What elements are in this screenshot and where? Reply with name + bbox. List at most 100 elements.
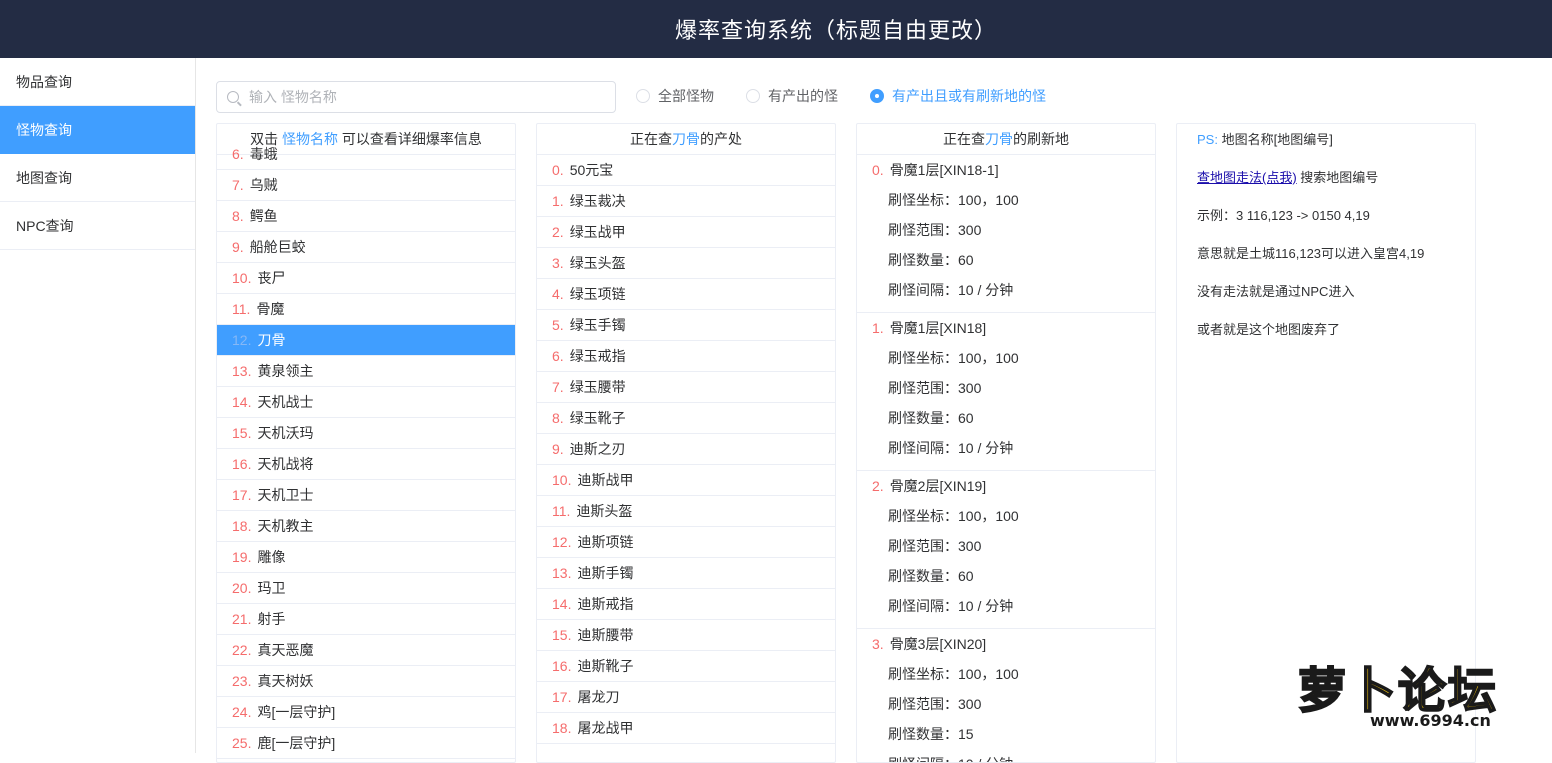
- no-route-text: 没有走法就是通过NPC进入: [1197, 284, 1355, 299]
- list-item[interactable]: 17. 天机卫士: [217, 480, 515, 511]
- list-item[interactable]: 25. 鹿[一层守护]: [217, 728, 515, 759]
- drops-panel-header: 正在查刀骨的产处: [537, 124, 835, 155]
- item-name: 真天树妖: [257, 673, 314, 689]
- list-item[interactable]: 12. 迪斯项链: [537, 527, 835, 558]
- sidebar-item-map-query[interactable]: 地图查询: [0, 154, 195, 202]
- list-item[interactable]: 16. 迪斯靴子: [537, 651, 835, 682]
- spawn-entry: 1. 骨魔1层[XIN18] 刷怪坐标：100，100 刷怪范围：300 刷怪数量：60…: [857, 313, 1155, 471]
- list-item[interactable]: 8. 鳄鱼: [217, 201, 515, 232]
- radio-circle-icon[interactable]: [636, 89, 650, 103]
- list-item[interactable]: 7. 乌贼: [217, 170, 515, 201]
- item-name: 乌贼: [249, 177, 278, 193]
- sidebar-item-monster-query[interactable]: 怪物查询: [0, 106, 195, 154]
- list-item[interactable]: 1. 绿玉裁决: [537, 186, 835, 217]
- list-item[interactable]: 16. 天机战将: [217, 449, 515, 480]
- map-route-line: 查地图走法(点我) 搜索地图编号: [1197, 168, 1475, 188]
- spawn-index: 1.: [872, 320, 884, 336]
- sidebar-item-item-query[interactable]: 物品查询: [0, 58, 195, 106]
- list-item[interactable]: 22. 真天恶魔: [217, 635, 515, 666]
- list-item[interactable]: 8. 绿玉靴子: [537, 403, 835, 434]
- header-highlight: 怪物名称: [282, 131, 338, 147]
- list-item[interactable]: 10. 丧尸: [217, 263, 515, 294]
- spawn-entry: 3. 骨魔3层[XIN20] 刷怪坐标：100，100 刷怪范围：300 刷怪数量：15…: [857, 629, 1155, 762]
- radio-label: 有产出的怪: [768, 88, 838, 104]
- list-item[interactable]: 21. 射手: [217, 604, 515, 635]
- item-index: 1.: [552, 193, 564, 209]
- monster-list[interactable]: 6. 毒蛾 7. 乌贼 8. 鳄鱼 9. 船舱巨蛟 10. 丧尸 11. 骨魔 12. 刀骨 13. 黄泉领主…: [217, 139, 515, 759]
- list-item[interactable]: 11. 迪斯头盔: [537, 496, 835, 527]
- item-index: 14.: [232, 394, 252, 410]
- list-item[interactable]: 3. 绿玉头盔: [537, 248, 835, 279]
- list-item[interactable]: 10. 迪斯战甲: [537, 465, 835, 496]
- item-index: 0.: [552, 162, 564, 178]
- item-index: 6.: [552, 348, 564, 364]
- item-name: 毒蛾: [249, 146, 278, 162]
- list-item[interactable]: 17. 屠龙刀: [537, 682, 835, 713]
- sidebar-item-npc-query[interactable]: NPC查询: [0, 202, 195, 250]
- list-item[interactable]: 0. 50元宝: [537, 155, 835, 186]
- header-text: 的刷新地: [1013, 131, 1069, 147]
- item-index: 10.: [232, 270, 252, 286]
- drops-list[interactable]: 0. 50元宝 1. 绿玉裁决 2. 绿玉战甲 3. 绿玉头盔 4. 绿玉项链 5. 绿玉手镯 6. 绿玉…: [537, 155, 835, 744]
- sidebar: 物品查询 怪物查询 地图查询 NPC查询: [0, 58, 196, 753]
- header-text: 的产处: [700, 131, 742, 147]
- list-item[interactable]: 23. 真天树妖: [217, 666, 515, 697]
- list-item[interactable]: 18. 天机教主: [217, 511, 515, 542]
- list-item[interactable]: 15. 迪斯腰带: [537, 620, 835, 651]
- item-name: 迪斯靴子: [577, 658, 634, 674]
- list-item[interactable]: 14. 天机战士: [217, 387, 515, 418]
- spawn-detail: 刷怪间隔：10 / 分钟: [888, 440, 1014, 456]
- spawn-detail: 刷怪间隔：10 / 分钟: [872, 754, 1155, 762]
- list-item[interactable]: 13. 黄泉领主: [217, 356, 515, 387]
- spawn-detail: 刷怪数量：15: [888, 726, 974, 742]
- list-item[interactable]: 7. 绿玉腰带: [537, 372, 835, 403]
- spawn-detail: 刷怪间隔：10 / 分钟: [888, 598, 1014, 614]
- monster-list-panel: 双击 怪物名称 可以查看详细爆率信息 6. 毒蛾 7. 乌贼 8. 鳄鱼 9. 船舱巨蛟 10.…: [216, 123, 516, 763]
- list-item[interactable]: 11. 骨魔: [217, 294, 515, 325]
- radio-with-drops-or-spawns[interactable]: 有产出且或有刷新地的怪: [870, 86, 1046, 106]
- radio-label: 全部怪物: [658, 88, 714, 104]
- search-input[interactable]: [249, 89, 589, 105]
- spawn-detail: 刷怪数量：60: [888, 410, 974, 426]
- list-item[interactable]: 9. 迪斯之刃: [537, 434, 835, 465]
- radio-with-drops[interactable]: 有产出的怪: [746, 86, 838, 106]
- radio-circle-icon[interactable]: [746, 89, 760, 103]
- item-name: 鳄鱼: [249, 208, 278, 224]
- spawn-index: 0.: [872, 162, 884, 178]
- drops-panel: 正在查刀骨的产处 0. 50元宝 1. 绿玉裁决 2. 绿玉战甲 3. 绿玉头盔 4. 绿玉项链 5…: [536, 123, 836, 763]
- item-index: 17.: [232, 487, 252, 503]
- abandoned-text: 或者就是这个地图废弃了: [1197, 322, 1341, 337]
- spawn-detail: 刷怪范围：300: [888, 380, 982, 396]
- item-index: 13.: [552, 565, 572, 581]
- radio-all-monsters[interactable]: 全部怪物: [636, 86, 714, 106]
- list-item[interactable]: 5. 绿玉手镯: [537, 310, 835, 341]
- list-item[interactable]: 6. 绿玉戒指: [537, 341, 835, 372]
- search-field[interactable]: [216, 81, 616, 113]
- item-index: 13.: [232, 363, 252, 379]
- item-index: 5.: [552, 317, 564, 333]
- list-item[interactable]: 9. 船舱巨蛟: [217, 232, 515, 263]
- list-item[interactable]: 12. 刀骨: [217, 325, 515, 356]
- item-index: 25.: [232, 735, 252, 751]
- list-item[interactable]: 15. 天机沃玛: [217, 418, 515, 449]
- item-name: 绿玉战甲: [569, 224, 626, 240]
- list-item[interactable]: 4. 绿玉项链: [537, 279, 835, 310]
- spawn-panel: 正在查刀骨的刷新地 0. 骨魔1层[XIN18-1] 刷怪坐标：100，100 刷怪范…: [856, 123, 1156, 763]
- item-name: 鸡[一层守护]: [257, 704, 336, 720]
- list-item[interactable]: 14. 迪斯戒指: [537, 589, 835, 620]
- radio-checked-icon[interactable]: [870, 89, 884, 103]
- list-item[interactable]: 19. 雕像: [217, 542, 515, 573]
- item-name: 天机卫士: [257, 487, 314, 503]
- item-index: 9.: [552, 441, 564, 457]
- list-item[interactable]: 18. 屠龙战甲: [537, 713, 835, 744]
- item-name: 迪斯头盔: [576, 503, 633, 519]
- list-item[interactable]: 24. 鸡[一层守护]: [217, 697, 515, 728]
- map-route-link[interactable]: 查地图走法(点我): [1197, 170, 1297, 185]
- item-name: 天机战将: [257, 456, 314, 472]
- item-index: 8.: [232, 208, 244, 224]
- item-index: 4.: [552, 286, 564, 302]
- list-item[interactable]: 20. 玛卫: [217, 573, 515, 604]
- list-item[interactable]: 13. 迪斯手镯: [537, 558, 835, 589]
- list-item[interactable]: 2. 绿玉战甲: [537, 217, 835, 248]
- main-content: 全部怪物 有产出的怪 有产出且或有刷新地的怪 双击 怪物名称 可以查看详细爆率信…: [196, 58, 1552, 763]
